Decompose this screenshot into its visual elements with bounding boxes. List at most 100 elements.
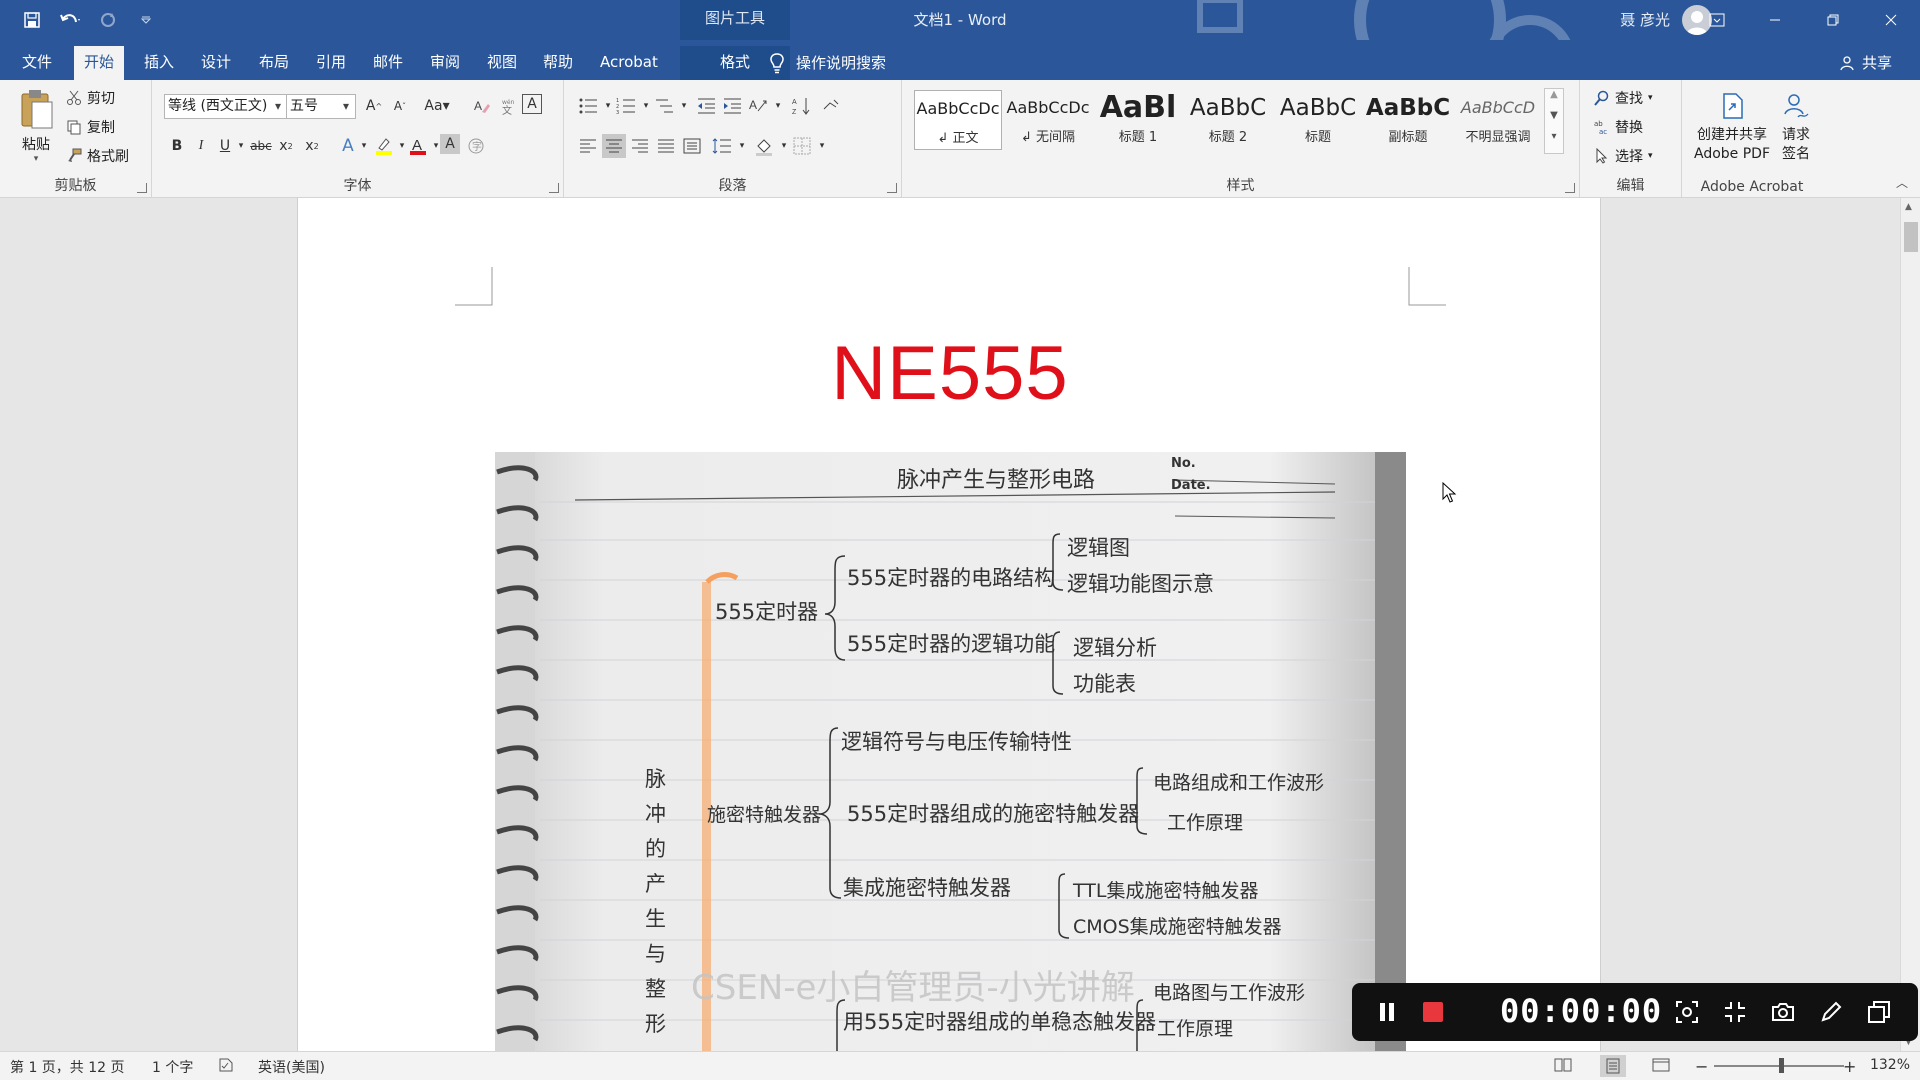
- align-right-icon[interactable]: [628, 134, 652, 158]
- increase-indent-icon[interactable]: [720, 94, 744, 118]
- tab-review[interactable]: 审阅: [420, 46, 470, 80]
- pause-icon[interactable]: [1372, 997, 1402, 1027]
- tab-mailings[interactable]: 邮件: [363, 46, 413, 80]
- copy-button[interactable]: 复制: [66, 117, 115, 137]
- shrink-font-icon[interactable]: Aˇ: [388, 94, 412, 118]
- page-count[interactable]: 第 1 页，共 12 页: [10, 1057, 125, 1077]
- document-page[interactable]: NE555 脉冲产生与整形电路 No. Date. 555定时器 555定时器的…: [297, 198, 1601, 1051]
- clipboard-launcher-icon[interactable]: [137, 183, 147, 193]
- paragraph-launcher-icon[interactable]: [887, 183, 897, 193]
- find-button[interactable]: 查找 ▾: [1594, 88, 1653, 108]
- style-heading-2[interactable]: AaBbC 标题 2: [1184, 90, 1272, 150]
- chinese-layout-dropdown-icon[interactable]: ▾: [766, 94, 790, 118]
- zoom-in-icon[interactable]: +: [1843, 1057, 1856, 1076]
- styles-launcher-icon[interactable]: [1565, 183, 1575, 193]
- paste-dropdown-icon[interactable]: ▾: [14, 154, 58, 164]
- style-subtle-emphasis[interactable]: AaBbCcD 不明显强调: [1454, 90, 1542, 150]
- tab-design[interactable]: 设计: [191, 46, 241, 80]
- paste-button[interactable]: 粘贴 ▾: [14, 88, 58, 164]
- grow-font-icon[interactable]: A ^: [362, 94, 386, 118]
- document-heading[interactable]: NE555: [298, 330, 1602, 417]
- font-name-dropdown-icon[interactable]: ▾: [269, 95, 287, 118]
- vertical-scrollbar[interactable]: ▲ ▼: [1900, 198, 1920, 1051]
- format-painter-button[interactable]: 格式刷: [66, 146, 129, 166]
- align-center-icon[interactable]: [602, 134, 626, 158]
- tab-acrobat[interactable]: Acrobat: [590, 46, 668, 80]
- font-size-dropdown-icon[interactable]: ▾: [337, 95, 355, 118]
- share-button[interactable]: 共享: [1840, 46, 1892, 80]
- tab-references[interactable]: 引用: [306, 46, 356, 80]
- camera-icon[interactable]: [1768, 997, 1798, 1027]
- justify-icon[interactable]: [654, 134, 678, 158]
- character-border-icon[interactable]: A: [522, 94, 542, 114]
- styles-up-icon[interactable]: ▲: [1545, 89, 1563, 110]
- subscript-icon[interactable]: x2: [274, 134, 298, 158]
- sort-icon[interactable]: AZ: [790, 94, 814, 118]
- style-normal[interactable]: AaBbCcDc ↲ 正文: [914, 90, 1002, 150]
- undo-icon[interactable]: [58, 8, 82, 32]
- pen-icon[interactable]: [1816, 997, 1846, 1027]
- distributed-icon[interactable]: [680, 134, 704, 158]
- font-name-combo[interactable]: 等线 (西文正文) ▾: [164, 94, 288, 119]
- print-layout-icon[interactable]: [1600, 1055, 1626, 1077]
- stop-icon[interactable]: [1418, 997, 1448, 1027]
- replace-button[interactable]: ab ac 替换: [1594, 117, 1643, 137]
- screenshot-region-icon[interactable]: [1672, 997, 1702, 1027]
- find-dropdown-icon[interactable]: ▾: [1648, 93, 1653, 103]
- styles-more-icon[interactable]: ▾: [1545, 131, 1563, 153]
- language-status[interactable]: 英语(美国): [258, 1057, 325, 1077]
- tab-home[interactable]: 开始: [74, 46, 125, 80]
- restore-icon[interactable]: [1804, 0, 1862, 40]
- tab-insert[interactable]: 插入: [134, 46, 184, 80]
- zoom-slider-knob[interactable]: [1779, 1058, 1784, 1073]
- strikethrough-icon[interactable]: abc: [249, 134, 273, 158]
- collapse-ribbon-icon[interactable]: ︿: [1896, 174, 1908, 191]
- italic-icon[interactable]: I: [189, 134, 213, 158]
- user-name[interactable]: 聂 彦光: [1620, 9, 1670, 30]
- style-title[interactable]: AaBbC 标题: [1274, 90, 1362, 150]
- borders-dropdown-icon[interactable]: ▾: [810, 134, 834, 158]
- zoom-level[interactable]: 132%: [1870, 1057, 1910, 1073]
- font-launcher-icon[interactable]: [549, 183, 559, 193]
- tab-help[interactable]: 帮助: [533, 46, 583, 80]
- save-icon[interactable]: [20, 8, 44, 32]
- decrease-indent-icon[interactable]: [694, 94, 718, 118]
- proofing-icon[interactable]: [218, 1057, 234, 1077]
- change-case-button[interactable]: Aa ▾: [420, 94, 454, 118]
- cut-button[interactable]: 剪切: [66, 88, 115, 108]
- select-button[interactable]: 选择 ▾: [1594, 146, 1653, 166]
- notebook-photo[interactable]: 脉冲产生与整形电路 No. Date. 555定时器 555定时器的电路结构 逻…: [495, 452, 1406, 1051]
- tab-view[interactable]: 视图: [477, 46, 527, 80]
- scrollbar-thumb[interactable]: [1904, 222, 1918, 252]
- request-signature-button[interactable]: 请求 签名: [1776, 92, 1816, 164]
- superscript-icon[interactable]: x2: [300, 134, 324, 158]
- bold-icon[interactable]: B: [165, 134, 189, 158]
- window-mode-icon[interactable]: [1864, 997, 1894, 1027]
- line-spacing-dropdown-icon[interactable]: ▾: [730, 134, 754, 158]
- style-no-spacing[interactable]: AaBbCcDc ↲ 无间隔: [1004, 90, 1092, 150]
- character-shading-icon[interactable]: A: [440, 134, 460, 154]
- customize-qat-icon[interactable]: [134, 8, 158, 32]
- phonetic-guide-icon[interactable]: wén 文: [496, 94, 520, 118]
- font-size-combo[interactable]: 五号 ▾: [286, 94, 356, 119]
- clear-formatting-icon[interactable]: A: [470, 94, 494, 118]
- close-icon[interactable]: [1862, 0, 1920, 40]
- create-share-pdf-button[interactable]: 创建并共享 Adobe PDF: [1690, 92, 1774, 164]
- show-marks-icon[interactable]: [818, 94, 842, 118]
- ribbon-display-icon[interactable]: [1688, 0, 1746, 40]
- word-count[interactable]: 1 个字: [152, 1057, 193, 1077]
- tell-me-search[interactable]: 操作说明搜索: [768, 46, 886, 80]
- tab-file[interactable]: 文件: [12, 46, 62, 80]
- style-subtitle[interactable]: AaBbC 副标题: [1364, 90, 1452, 150]
- styles-down-icon[interactable]: ▼: [1545, 110, 1563, 131]
- tab-layout[interactable]: 布局: [249, 46, 299, 80]
- align-left-icon[interactable]: [576, 134, 600, 158]
- minimize-icon[interactable]: [1746, 0, 1804, 40]
- style-heading-1[interactable]: AaBl 标题 1: [1094, 90, 1182, 150]
- multilevel-dropdown-icon[interactable]: ▾: [672, 94, 696, 118]
- zoom-out-icon[interactable]: −: [1695, 1057, 1708, 1076]
- scroll-up-icon[interactable]: ▲: [1905, 202, 1912, 212]
- fullscreen-exit-icon[interactable]: [1720, 997, 1750, 1027]
- select-dropdown-icon[interactable]: ▾: [1648, 151, 1653, 161]
- read-mode-icon[interactable]: [1554, 1057, 1572, 1077]
